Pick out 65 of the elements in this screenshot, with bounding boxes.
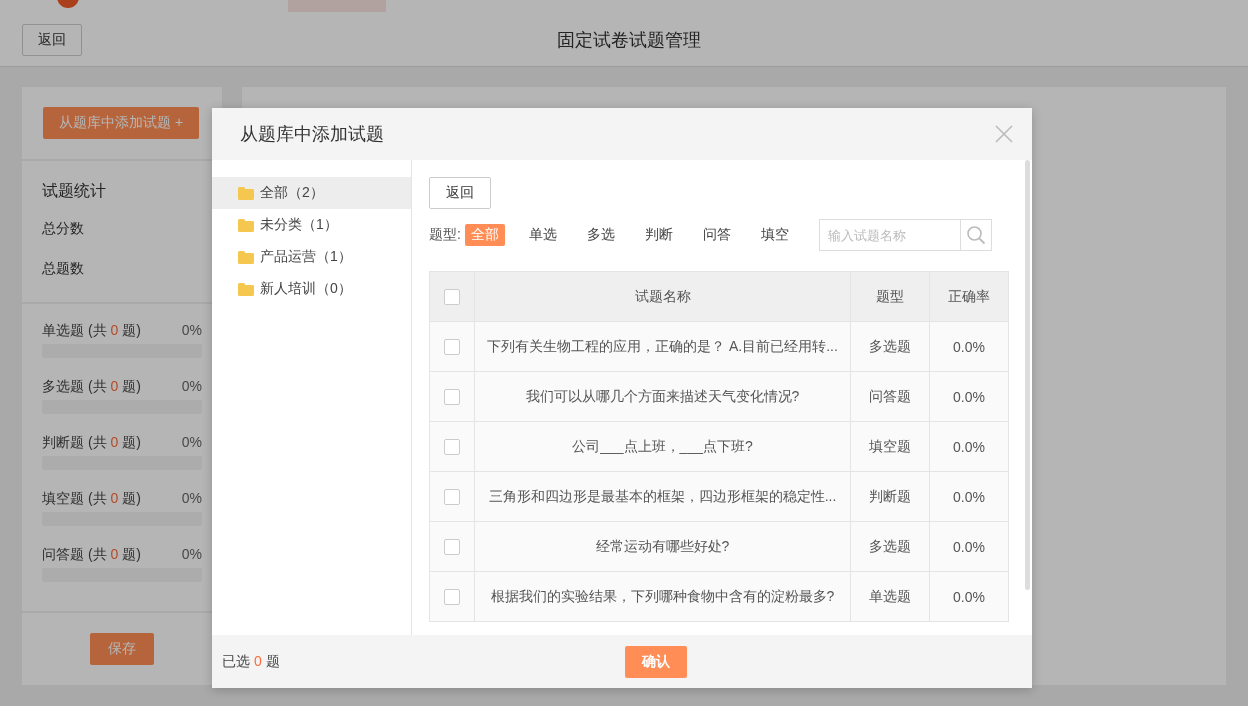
- checkbox[interactable]: [444, 589, 460, 606]
- filter-tab[interactable]: 判断: [638, 224, 679, 246]
- table-cell: 下列有关生物工程的应用，正确的是？ A.目前已经用转...: [474, 321, 851, 372]
- table-cell: 0.0%: [929, 471, 1009, 522]
- table-cell: 0.0%: [929, 571, 1009, 622]
- category-item[interactable]: 新人培训（0）: [212, 273, 411, 305]
- checkbox[interactable]: [444, 339, 460, 356]
- page-title: 固定试卷试题管理: [557, 29, 701, 52]
- type-count-label: 单选题 (共 0 题): [42, 322, 141, 340]
- checkbox[interactable]: [444, 539, 460, 556]
- table-cell: 填空题: [850, 421, 930, 472]
- checkbox[interactable]: [444, 439, 460, 456]
- stat-label: 总题数: [42, 260, 85, 278]
- table-cell: 我们可以从哪几个方面来描述天气变化情况?: [474, 371, 851, 422]
- percent-text: 0%: [181, 434, 202, 452]
- filter-label: 题型:: [429, 226, 461, 244]
- table-cell: 0.0%: [929, 421, 1009, 472]
- type-count-label: 填空题 (共 0 题): [42, 490, 141, 508]
- type-count-label: 判断题 (共 0 题): [42, 434, 141, 452]
- dialog-title: 从题库中添加试题: [240, 123, 384, 146]
- percent-text: 0%: [181, 546, 202, 564]
- stat-label: 总分数: [42, 220, 85, 238]
- percent-text: 0%: [181, 322, 202, 340]
- table-cell: 单选题: [850, 571, 930, 622]
- category-item[interactable]: 未分类（1）: [212, 209, 411, 241]
- column-header: 题型: [850, 271, 930, 322]
- folder-icon: [238, 186, 254, 200]
- filter-tab[interactable]: 多选: [580, 224, 621, 246]
- percent-text: 0%: [181, 490, 202, 508]
- percent-text: 0%: [181, 378, 202, 396]
- table-cell: 0.0%: [929, 321, 1009, 372]
- filter-tab[interactable]: 填空: [754, 224, 795, 246]
- category-item[interactable]: 全部（2）: [212, 177, 411, 209]
- search-field[interactable]: 输入试题名称: [819, 219, 961, 251]
- back-button[interactable]: 返回: [22, 24, 82, 56]
- table-cell: 经常运动有哪些好处?: [474, 521, 851, 572]
- table-cell: 判断题: [850, 471, 930, 522]
- type-count-label: 多选题 (共 0 题): [42, 378, 141, 396]
- table-cell: 公司___点上班，___点下班?: [474, 421, 851, 472]
- category-item[interactable]: 产品运营（1）: [212, 241, 411, 273]
- scrollbar[interactable]: [1025, 160, 1030, 590]
- table-cell: 问答题: [850, 371, 930, 422]
- checkbox[interactable]: [444, 289, 460, 306]
- stats-title: 试题统计: [42, 181, 107, 201]
- back-button[interactable]: 返回: [429, 177, 491, 209]
- filter-tab[interactable]: 问答: [696, 224, 737, 246]
- table-cell: 根据我们的实验结果，下列哪种食物中含有的淀粉最多?: [474, 571, 851, 622]
- table-cell: 多选题: [850, 521, 930, 572]
- checkbox[interactable]: [444, 489, 460, 506]
- table-cell: 0.0%: [929, 521, 1009, 572]
- selected-count: 已选 0 题: [222, 652, 281, 671]
- checkbox[interactable]: [444, 389, 460, 406]
- table-cell: 0.0%: [929, 371, 1009, 422]
- folder-icon: [238, 282, 254, 296]
- search-icon: [966, 225, 986, 245]
- filter-tab[interactable]: 单选: [522, 224, 563, 246]
- column-header: 试题名称: [474, 271, 851, 322]
- type-count-label: 问答题 (共 0 题): [42, 546, 141, 564]
- search-button[interactable]: [961, 219, 992, 251]
- folder-icon: [238, 250, 254, 264]
- column-header: 正确率: [929, 271, 1009, 322]
- table-cell: 多选题: [850, 321, 930, 372]
- folder-icon: [238, 218, 254, 232]
- table-cell: 三角形和四边形是最基本的框架，四边形框架的稳定性...: [474, 471, 851, 522]
- close-icon[interactable]: [995, 125, 1013, 143]
